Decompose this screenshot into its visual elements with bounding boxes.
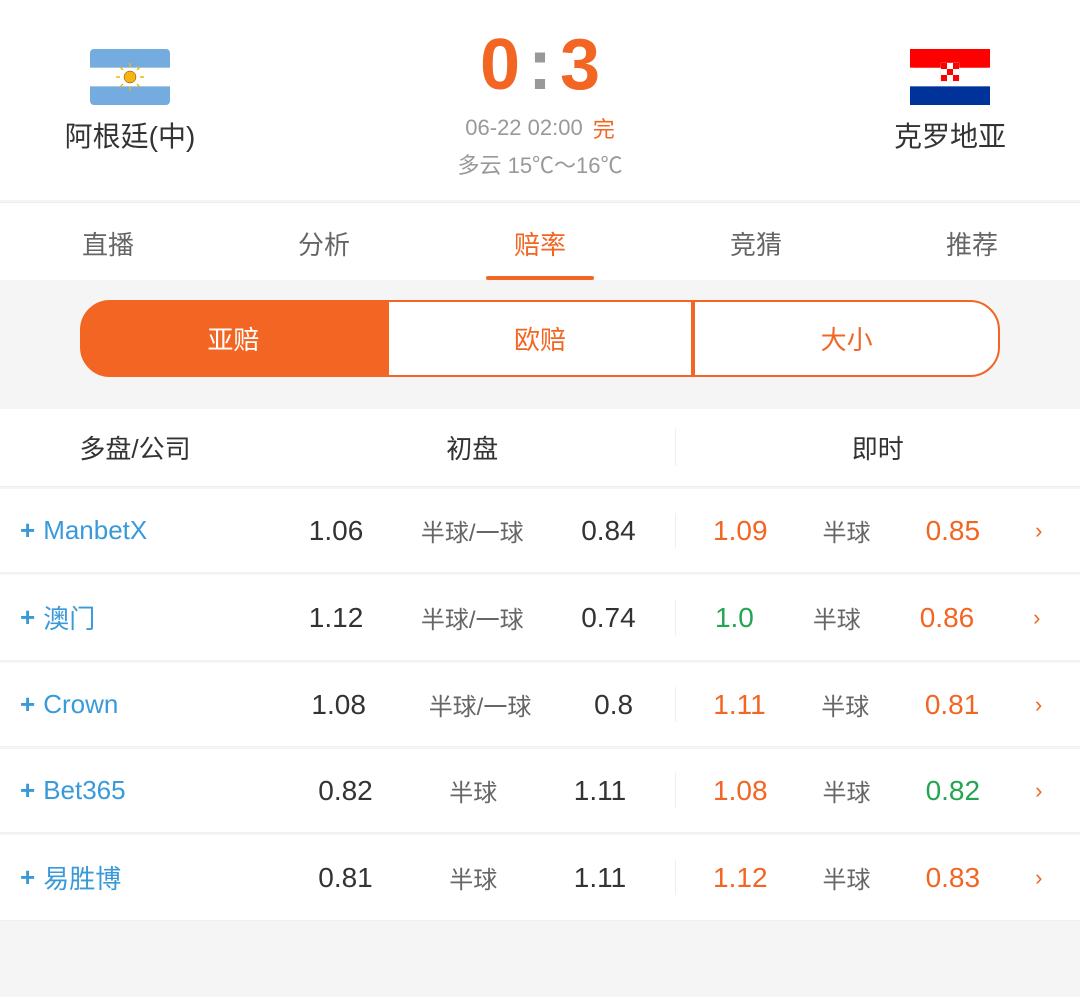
realtime-odds: 1.09 半球 0.85 › — [675, 513, 1080, 548]
arrow-icon: › — [1035, 865, 1042, 891]
company-name: 易胜博 — [43, 859, 121, 896]
team-away: 克罗地亚 — [840, 49, 1060, 155]
tabs-section: 直播 分析 赔率 竞猜 推荐 — [0, 202, 1080, 280]
realtime-odds: 1.08 半球 0.82 › — [675, 773, 1080, 808]
subtab-asian[interactable]: 亚赔 — [80, 300, 387, 377]
col-company: 多盘/公司 — [0, 429, 270, 466]
company-name: ManbetX — [43, 515, 147, 546]
company-cell: + Bet365 — [0, 775, 270, 806]
initial-odds: 0.81 半球 1.11 — [270, 860, 675, 895]
col-realtime: 即时 — [675, 429, 1080, 466]
init-home-val: 0.82 — [318, 775, 373, 807]
initial-odds: 0.82 半球 1.11 — [270, 773, 675, 808]
company-cell: + 易胜博 — [0, 859, 270, 896]
init-mid-label: 半球/一球 — [429, 687, 532, 722]
tab-odds[interactable]: 赔率 — [432, 203, 648, 280]
team-away-name: 克罗地亚 — [894, 115, 1006, 155]
rt-mid-label: 半球 — [823, 860, 871, 895]
company-name: Bet365 — [43, 775, 125, 806]
score-colon: : — [528, 24, 552, 106]
company-cell: + ManbetX — [0, 515, 270, 546]
col-initial: 初盘 — [270, 429, 675, 466]
flag-argentina — [90, 49, 170, 105]
table-row[interactable]: + 澳门 1.12 半球/一球 0.74 1.0 半球 0.86 › — [0, 575, 1080, 661]
rt-mid-label: 半球 — [823, 773, 871, 808]
odds-table: + ManbetX 1.06 半球/一球 0.84 1.09 半球 0.85 ›… — [0, 489, 1080, 921]
tab-recommend[interactable]: 推荐 — [864, 203, 1080, 280]
init-away-val: 0.8 — [594, 689, 633, 721]
plus-icon: + — [20, 862, 35, 893]
team-home: 阿根廷(中) — [20, 49, 240, 155]
flag-croatia — [910, 49, 990, 105]
arrow-icon: › — [1033, 605, 1040, 631]
match-date: 06-22 02:00 — [465, 115, 582, 141]
match-info: 06-22 02:00 完 — [465, 112, 614, 144]
tab-guess[interactable]: 竞猜 — [648, 203, 864, 280]
match-status: 完 — [593, 112, 615, 144]
init-home-val: 1.06 — [309, 515, 364, 547]
rt-mid-label: 半球 — [813, 600, 861, 635]
rt-home-val: 1.08 — [713, 775, 768, 807]
subtabs-section: 亚赔 欧赔 大小 — [0, 280, 1080, 397]
score-away: 3 — [560, 24, 600, 106]
rt-away-val: 0.83 — [926, 862, 981, 894]
team-home-name: 阿根廷(中) — [65, 115, 196, 155]
init-away-val: 0.84 — [581, 515, 636, 547]
plus-icon: + — [20, 602, 35, 633]
plus-icon: + — [20, 515, 35, 546]
init-mid-label: 半球 — [449, 860, 497, 895]
subtab-overunder[interactable]: 大小 — [693, 300, 1000, 377]
realtime-odds: 1.11 半球 0.81 › — [675, 687, 1080, 722]
score-center: 0 : 3 06-22 02:00 完 多云 15℃～16℃ — [240, 24, 840, 180]
tab-live[interactable]: 直播 — [0, 203, 216, 280]
plus-icon: + — [20, 775, 35, 806]
rt-away-val: 0.81 — [925, 689, 980, 721]
arrow-icon: › — [1035, 692, 1042, 718]
init-away-val: 1.11 — [574, 862, 626, 894]
rt-home-val: 1.09 — [713, 515, 768, 547]
init-mid-label: 半球 — [449, 773, 497, 808]
plus-icon: + — [20, 689, 35, 720]
initial-odds: 1.06 半球/一球 0.84 — [270, 513, 675, 548]
realtime-odds: 1.12 半球 0.83 › — [675, 860, 1080, 895]
rt-away-val: 0.82 — [926, 775, 981, 807]
tab-analysis[interactable]: 分析 — [216, 203, 432, 280]
score-display: 0 : 3 — [480, 24, 600, 106]
match-weather: 多云 15℃～16℃ — [457, 148, 622, 180]
rt-away-val: 0.86 — [920, 602, 975, 634]
init-mid-label: 半球/一球 — [421, 600, 524, 635]
rt-home-val: 1.0 — [715, 602, 754, 634]
table-row[interactable]: + ManbetX 1.06 半球/一球 0.84 1.09 半球 0.85 › — [0, 489, 1080, 573]
rt-away-val: 0.85 — [926, 515, 981, 547]
company-cell: + Crown — [0, 689, 270, 720]
rt-home-val: 1.12 — [713, 862, 768, 894]
company-name: 澳门 — [43, 599, 95, 636]
initial-odds: 1.08 半球/一球 0.8 — [270, 687, 675, 722]
init-away-val: 1.11 — [574, 775, 626, 807]
company-cell: + 澳门 — [0, 599, 270, 636]
rt-mid-label: 半球 — [823, 513, 871, 548]
initial-odds: 1.12 半球/一球 0.74 — [270, 600, 675, 635]
init-away-val: 0.74 — [581, 602, 636, 634]
init-home-val: 1.08 — [311, 689, 366, 721]
table-row[interactable]: + 易胜博 0.81 半球 1.11 1.12 半球 0.83 › — [0, 835, 1080, 921]
realtime-odds: 1.0 半球 0.86 › — [675, 600, 1080, 635]
init-home-val: 1.12 — [309, 602, 364, 634]
init-home-val: 0.81 — [318, 862, 373, 894]
rt-mid-label: 半球 — [821, 687, 869, 722]
rt-home-val: 1.11 — [713, 689, 765, 721]
init-mid-label: 半球/一球 — [421, 513, 524, 548]
table-row[interactable]: + Bet365 0.82 半球 1.11 1.08 半球 0.82 › — [0, 749, 1080, 833]
score-home: 0 — [480, 24, 520, 106]
company-name: Crown — [43, 689, 118, 720]
subtab-european[interactable]: 欧赔 — [387, 300, 694, 377]
arrow-icon: › — [1035, 518, 1042, 544]
score-section: 阿根廷(中) 0 : 3 06-22 02:00 完 多云 15℃～16℃ — [0, 0, 1080, 200]
table-row[interactable]: + Crown 1.08 半球/一球 0.8 1.11 半球 0.81 › — [0, 663, 1080, 747]
table-header: 多盘/公司 初盘 即时 — [0, 409, 1080, 487]
arrow-icon: › — [1035, 778, 1042, 804]
